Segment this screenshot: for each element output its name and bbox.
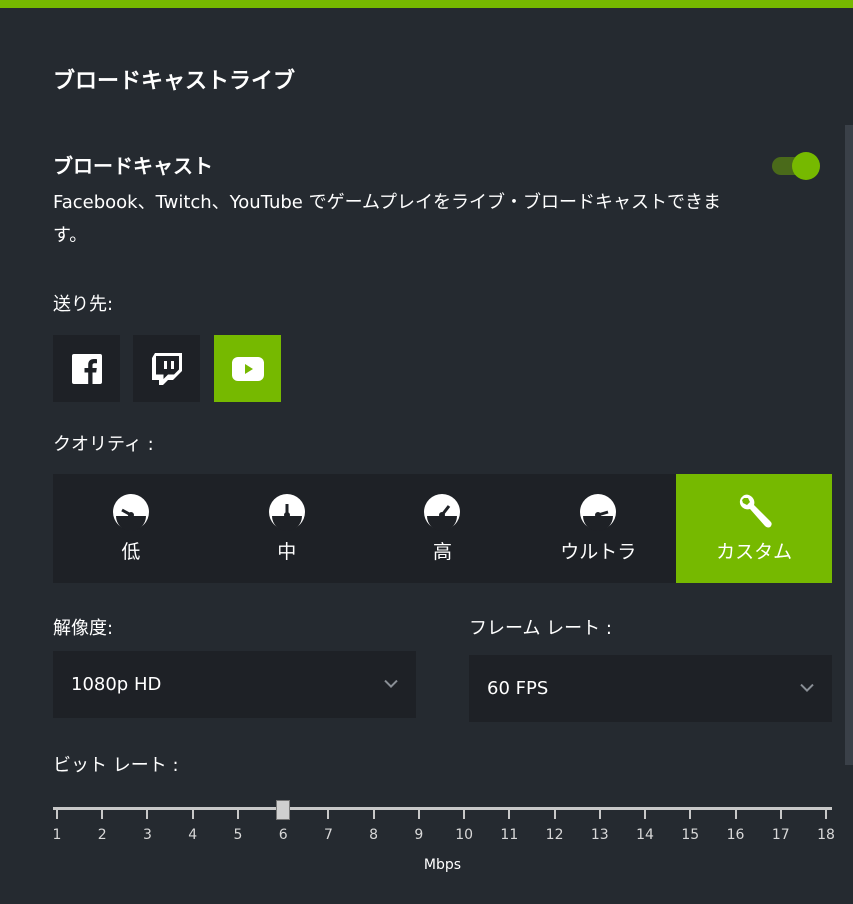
slider-tick-label: 11 [500,827,519,843]
resolution-label: 解像度: [53,618,114,639]
slider-tick [598,810,601,819]
slider-tick-label: 4 [188,827,198,843]
slider-tick-label: 3 [143,827,152,843]
slider-tick [417,810,420,819]
slider-tick [734,810,737,819]
toggle-knob [792,152,820,180]
slider-tick-label: 5 [233,827,243,843]
slider-tick [372,810,375,819]
destination-label: 送り先: [53,294,114,315]
slider-tick-label: 12 [545,827,564,843]
facebook-icon [71,353,102,384]
slider-tick-label: 6 [278,827,288,843]
slider-tick [191,810,194,819]
slider-tick [825,810,827,819]
quality-option-medium[interactable]: 中 [209,474,365,583]
quality-option-high[interactable]: 高 [365,474,521,583]
bitrate-slider[interactable]: Mbps 1 2 3 4 5 6 7 8 9 10 11 12 13 14 15 16 17 18 [53,800,835,873]
slider-tick-label: 9 [414,827,424,843]
broadcast-title: ブロードキャスト [53,154,213,178]
quality-selector: 低 中 高 ウルトラ カスタム [53,474,832,583]
slider-tick-label: 10 [455,827,474,843]
scrollbar[interactable] [845,125,853,765]
framerate-label: フレーム レート : [469,618,612,639]
slider-tick [236,810,239,819]
chevron-down-icon [384,679,398,688]
slider-tick-label: 18 [817,827,835,843]
slider-rail [53,807,832,810]
slider-tick [146,810,149,819]
framerate-dropdown[interactable]: 60 FPS [469,655,832,722]
wrench-icon [739,494,772,528]
broadcast-description: Facebook、Twitch、YouTube でゲームプレイをライブ・ブロード… [53,192,721,246]
youtube-icon [231,356,264,381]
resolution-dropdown[interactable]: 1080p HD [53,651,416,718]
slider-tick-label: 7 [323,827,333,843]
quality-option-ultra[interactable]: ウルトラ [520,474,676,583]
gauge-low-icon [112,494,149,531]
slider-tick [463,810,466,819]
slider-tick-label: 14 [636,827,654,843]
bitrate-unit: Mbps [423,857,462,873]
gauge-ultra-icon [580,494,617,531]
bitrate-label: ビット レート : [53,755,179,776]
slider-tick [553,810,556,819]
gauge-high-icon [424,494,461,531]
gauge-medium-icon [268,494,305,531]
quality-label-ultra: ウルトラ [560,541,637,563]
slider-tick [101,810,104,819]
slider-tick [327,810,330,819]
slider-thumb[interactable] [276,800,291,820]
quality-label-low: 低 [121,541,141,563]
broadcast-toggle[interactable] [772,152,820,180]
destination-facebook-button[interactable] [53,335,120,402]
slider-tick-label: 15 [681,827,700,843]
slider-tick-label: 2 [97,827,107,843]
slider-tick [689,810,692,819]
quality-label: クオリティ : [53,434,154,455]
quality-option-custom[interactable]: カスタム [676,474,832,583]
slider-tick-label: 13 [590,827,609,843]
slider-tick [56,810,58,819]
framerate-value: 60 FPS [487,678,549,699]
quality-option-low[interactable]: 低 [53,474,209,583]
quality-label-medium: 中 [277,541,297,563]
quality-label-custom: カスタム [716,541,793,563]
quality-label-high: 高 [432,541,452,563]
chevron-down-icon [800,683,814,692]
twitch-icon [151,352,182,385]
page-title: ブロードキャストライブ [53,69,296,94]
slider-tick-label: 8 [369,827,379,843]
destination-youtube-button[interactable] [214,335,281,402]
slider-tick [508,810,511,819]
slider-tick-label: 16 [726,827,745,843]
slider-tick-label: 1 [52,827,62,843]
resolution-value: 1080p HD [71,674,162,695]
slider-tick [779,810,782,819]
top-accent-bar [0,0,853,8]
destination-twitch-button[interactable] [133,335,200,402]
slider-tick-label: 17 [771,827,790,843]
slider-tick [644,810,647,819]
